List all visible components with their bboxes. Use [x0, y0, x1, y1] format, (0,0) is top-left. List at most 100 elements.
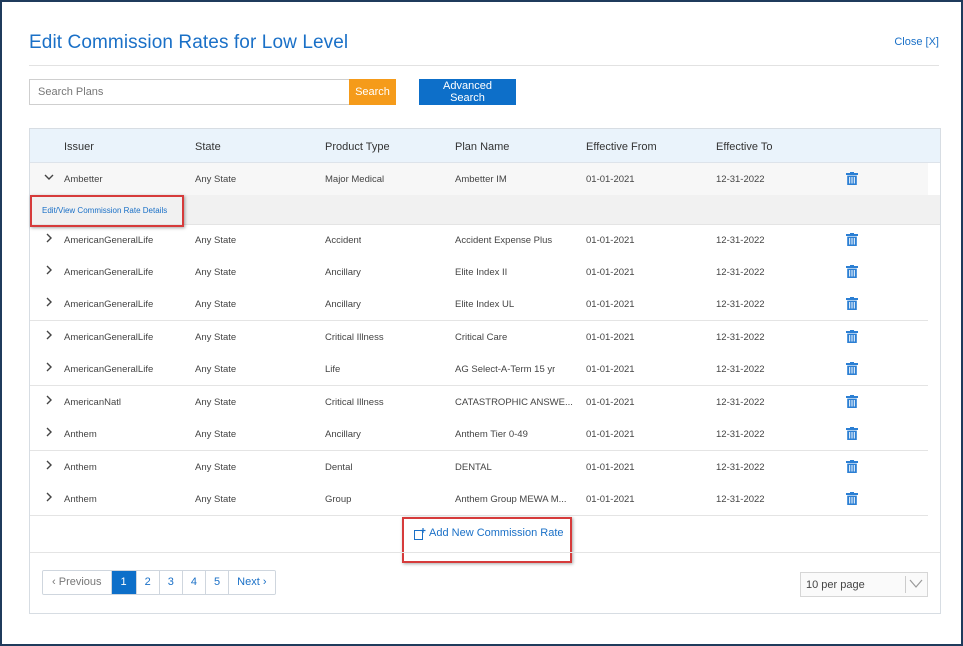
- cell-effective-from: 01-01-2021: [586, 494, 635, 505]
- cell-issuer: AmericanNatl: [64, 397, 122, 408]
- cell-issuer: Anthem: [64, 494, 97, 505]
- cell-effective-to: 12-31-2022: [716, 267, 765, 278]
- table-row[interactable]: AmericanGeneralLife Any State Life AG Selec…: [30, 353, 928, 386]
- commission-rates-table: Issuer State Product Type Plan Name Effe…: [29, 128, 941, 614]
- page-title: Edit Commission Rates for Low Level: [29, 32, 349, 53]
- title-divider: [29, 65, 939, 66]
- previous-label: Previous: [58, 576, 102, 588]
- cell-product-type: Dental: [325, 462, 353, 473]
- column-header-product-type[interactable]: Product Type: [325, 141, 390, 153]
- chevron-right-icon[interactable]: [44, 492, 54, 504]
- table-row[interactable]: Anthem Any State Ancillary Anthem Tier 0-49…: [30, 418, 928, 451]
- cell-state: Any State: [195, 267, 237, 278]
- table-row[interactable]: AmericanGeneralLife Any State Ancillary Eli…: [30, 256, 928, 289]
- cell-effective-from: 01-01-2021: [586, 332, 635, 343]
- cell-plan-name: CATASTROPHIC ANSWE...: [455, 397, 573, 408]
- column-header-effective-from[interactable]: Effective From: [586, 141, 657, 153]
- per-page-value: 10 per page: [806, 579, 865, 591]
- chevron-right-icon[interactable]: [44, 362, 54, 374]
- pagination: ‹ Previous 1 2 3 4 5 Next ›: [42, 570, 276, 595]
- table-row[interactable]: Anthem Any State Group Anthem Group MEWA M.…: [30, 483, 928, 516]
- cell-state: Any State: [195, 494, 237, 505]
- table-row[interactable]: Ambetter Any State Major Medical Ambetter I…: [30, 163, 928, 196]
- cell-state: Any State: [195, 364, 237, 375]
- advanced-search-button[interactable]: Advanced Search: [419, 79, 516, 105]
- cell-state: Any State: [195, 235, 237, 246]
- highlight-box-details: [30, 195, 184, 227]
- cell-plan-name: AG Select-A-Term 15 yr: [455, 364, 556, 375]
- trash-icon[interactable]: [846, 395, 858, 408]
- cell-issuer: Anthem: [64, 429, 97, 440]
- previous-page-button[interactable]: ‹ Previous: [43, 571, 112, 594]
- cell-state: Any State: [195, 462, 237, 473]
- page-1-button[interactable]: 1: [111, 571, 137, 594]
- page-3-button[interactable]: 3: [159, 571, 183, 594]
- trash-icon[interactable]: [846, 172, 858, 185]
- cell-effective-from: 01-01-2021: [586, 299, 635, 310]
- table-row[interactable]: AmericanGeneralLife Any State Accident Acci…: [30, 224, 928, 257]
- table-row[interactable]: AmericanNatl Any State Critical Illness CAT…: [30, 386, 928, 419]
- chevron-right-icon[interactable]: [44, 265, 54, 277]
- cell-issuer: AmericanGeneralLife: [64, 235, 154, 246]
- next-label: Next: [237, 576, 260, 588]
- cell-issuer: AmericanGeneralLife: [64, 364, 154, 375]
- cell-plan-name: Ambetter IM: [455, 174, 507, 185]
- cell-effective-to: 12-31-2022: [716, 174, 765, 185]
- page-5-button[interactable]: 5: [206, 571, 230, 594]
- column-header-plan-name[interactable]: Plan Name: [455, 141, 509, 153]
- per-page-select[interactable]: 10 per page: [800, 572, 928, 597]
- cell-issuer: Anthem: [64, 462, 97, 473]
- chevron-right-icon[interactable]: [44, 460, 54, 472]
- trash-icon[interactable]: [846, 233, 858, 246]
- chevron-down-icon[interactable]: [44, 172, 54, 184]
- page-2-button[interactable]: 2: [136, 571, 160, 594]
- column-header-state[interactable]: State: [195, 141, 221, 153]
- cell-issuer: Ambetter: [64, 174, 103, 185]
- cell-effective-from: 01-01-2021: [586, 174, 635, 185]
- trash-icon[interactable]: [846, 330, 858, 343]
- cell-effective-from: 01-01-2021: [586, 397, 635, 408]
- modal-dialog: Edit Commission Rates for Low Level Clos…: [0, 0, 963, 646]
- close-button[interactable]: Close [X]: [894, 36, 939, 48]
- table-row[interactable]: AmericanGeneralLife Any State Ancillary Eli…: [30, 288, 928, 321]
- column-header-effective-to[interactable]: Effective To: [716, 141, 772, 153]
- cell-effective-from: 01-01-2021: [586, 267, 635, 278]
- cell-effective-from: 01-01-2021: [586, 235, 635, 246]
- cell-effective-from: 01-01-2021: [586, 462, 635, 473]
- cell-effective-to: 12-31-2022: [716, 235, 765, 246]
- column-header-issuer[interactable]: Issuer: [64, 141, 94, 153]
- search-button[interactable]: Search: [349, 79, 396, 105]
- cell-effective-to: 12-31-2022: [716, 299, 765, 310]
- trash-icon[interactable]: [846, 265, 858, 278]
- cell-effective-to: 12-31-2022: [716, 429, 765, 440]
- cell-issuer: AmericanGeneralLife: [64, 267, 154, 278]
- chevron-right-icon[interactable]: [44, 427, 54, 439]
- trash-icon[interactable]: [846, 362, 858, 375]
- chevron-right-icon[interactable]: [44, 297, 54, 309]
- next-page-button[interactable]: Next ›: [229, 571, 275, 594]
- cell-state: Any State: [195, 299, 237, 310]
- trash-icon[interactable]: [846, 492, 858, 505]
- cell-effective-to: 12-31-2022: [716, 462, 765, 473]
- trash-icon[interactable]: [846, 427, 858, 440]
- cell-state: Any State: [195, 397, 237, 408]
- search-input[interactable]: [29, 79, 349, 105]
- cell-state: Any State: [195, 332, 237, 343]
- footer-divider: [30, 552, 940, 553]
- chevron-right-icon[interactable]: [44, 233, 54, 245]
- cell-effective-to: 12-31-2022: [716, 494, 765, 505]
- cell-plan-name: Critical Care: [455, 332, 508, 343]
- table-row[interactable]: AmericanGeneralLife Any State Critical Ill…: [30, 321, 928, 354]
- cell-product-type: Ancillary: [325, 429, 361, 440]
- highlight-box-add: [402, 517, 572, 563]
- cell-plan-name: Anthem Group MEWA M...: [455, 494, 567, 505]
- cell-product-type: Life: [325, 364, 341, 375]
- page-4-button[interactable]: 4: [182, 571, 207, 594]
- trash-icon[interactable]: [846, 297, 858, 310]
- trash-icon[interactable]: [846, 460, 858, 473]
- chevron-right-icon[interactable]: [44, 330, 54, 342]
- cell-effective-from: 01-01-2021: [586, 429, 635, 440]
- table-row[interactable]: Anthem Any State Dental DENTAL 01-01-2021 12-…: [30, 451, 928, 484]
- chevron-right-icon[interactable]: [44, 395, 54, 407]
- cell-product-type: Ancillary: [325, 267, 361, 278]
